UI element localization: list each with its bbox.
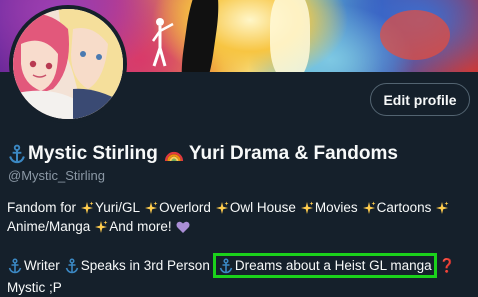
- bio-text: Overlord: [159, 200, 211, 215]
- purple-heart-icon: [176, 221, 190, 233]
- bio-text: Speaks in 3rd Person: [80, 258, 210, 273]
- highlighted-text: Dreams about a Heist GL manga: [234, 258, 432, 273]
- sparkles-icon: [144, 201, 158, 215]
- profile-handle: @Mystic_Stirling: [8, 168, 105, 183]
- profile-display-name: Mystic Stirling Yuri Drama & Fandoms: [7, 143, 398, 165]
- avatar[interactable]: [9, 5, 127, 123]
- highlighted-bio-phrase: Dreams about a Heist GL manga: [212, 253, 437, 278]
- bio-text: And more!: [109, 219, 172, 234]
- avatar-artwork: [13, 9, 123, 119]
- bio-text: Writer: [24, 258, 60, 273]
- bio-text: Mystic ;P: [7, 280, 62, 295]
- stick-figure-icon: [151, 18, 174, 67]
- display-name-text: Mystic Stirling: [28, 143, 158, 164]
- bio-text: Anime/Manga: [7, 219, 91, 234]
- sparkles-icon: [362, 201, 376, 215]
- anchor-icon: [64, 258, 80, 274]
- rainbow-icon: [164, 151, 183, 162]
- sparkles-icon: [435, 201, 449, 215]
- profile-bio: Fandom for Yuri/GL Overlord Owl House Mo…: [7, 198, 477, 297]
- bio-line-1: Fandom for Yuri/GL Overlord Owl House Mo…: [7, 198, 477, 217]
- sparkles-icon: [80, 201, 94, 215]
- bio-line-3: Writer Speaks in 3rd Person Dreams about…: [7, 253, 477, 278]
- bio-text: Yuri/GL: [95, 200, 141, 215]
- bio-line-2: Anime/Manga And more!: [7, 217, 477, 236]
- display-name-suffix: Yuri Drama & Fandoms: [188, 143, 398, 164]
- anchor-icon: [7, 144, 27, 164]
- sparkles-icon: [300, 201, 314, 215]
- bio-line-4: Mystic ;P: [7, 278, 477, 297]
- anchor-icon: [218, 258, 234, 274]
- sparkles-icon: [94, 220, 108, 234]
- anchor-icon: [7, 258, 23, 274]
- sparkles-icon: [215, 201, 229, 215]
- bio-text: Cartoons: [376, 200, 432, 215]
- bio-text: Movies: [314, 200, 358, 215]
- edit-profile-button[interactable]: Edit profile: [370, 83, 470, 116]
- question-mark-icon: ❓: [438, 258, 456, 273]
- bio-text: Owl House: [229, 200, 296, 215]
- bio-text: Fandom for: [7, 200, 77, 215]
